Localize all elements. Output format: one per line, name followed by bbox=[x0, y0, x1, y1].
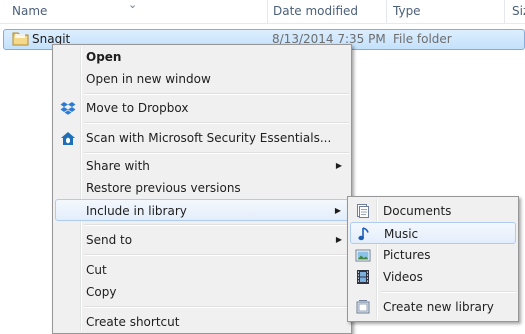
column-size[interactable]: Siz bbox=[500, 0, 525, 23]
file-type: File folder bbox=[393, 32, 452, 46]
library-item-pictures[interactable]: Pictures bbox=[350, 244, 516, 266]
documents-library-icon bbox=[357, 204, 369, 218]
column-header: Name ⌄ Date modified Type Siz bbox=[0, 0, 525, 24]
menu-item-move-to-dropbox[interactable]: Move to Dropbox bbox=[55, 97, 349, 119]
dropbox-icon bbox=[60, 102, 76, 115]
security-essentials-icon bbox=[61, 132, 75, 145]
menu-item-label: Share with bbox=[86, 159, 150, 173]
library-item-create-new[interactable]: Create new library bbox=[350, 296, 516, 318]
menu-item-label: Include in library bbox=[86, 204, 187, 218]
pictures-library-icon bbox=[355, 249, 371, 262]
menu-item-label: Cut bbox=[86, 263, 107, 277]
menu-item-label: Send to bbox=[86, 233, 133, 247]
menu-item-label: Move to Dropbox bbox=[86, 101, 189, 115]
menu-item-label: Create new library bbox=[383, 300, 494, 314]
menu-item-label: Scan with Microsoft Security Essentials.… bbox=[86, 131, 332, 145]
menu-separator bbox=[381, 291, 516, 293]
menu-item-open-new-window[interactable]: Open in new window bbox=[55, 68, 349, 90]
menu-item-cut[interactable]: Cut bbox=[55, 259, 349, 281]
menu-item-create-shortcut[interactable]: Create shortcut bbox=[55, 311, 349, 333]
menu-item-label: Pictures bbox=[383, 248, 431, 262]
menu-item-label: Videos bbox=[383, 270, 423, 284]
library-item-music[interactable]: Music bbox=[350, 222, 516, 244]
menu-item-label: Restore previous versions bbox=[86, 181, 241, 195]
folder-icon bbox=[12, 32, 29, 46]
submenu-arrow-icon: ▶ bbox=[335, 235, 342, 244]
menu-separator bbox=[84, 93, 349, 95]
menu-item-share-with[interactable]: Share with ▶ bbox=[55, 155, 349, 177]
library-item-documents[interactable]: Documents bbox=[350, 200, 516, 222]
library-item-videos[interactable]: Videos bbox=[350, 266, 516, 288]
menu-item-label: Documents bbox=[383, 204, 452, 218]
library-submenu: Documents Music Pictures Videos Create n… bbox=[347, 196, 519, 322]
menu-separator bbox=[84, 152, 349, 154]
menu-item-send-to[interactable]: Send to ▶ bbox=[55, 229, 349, 251]
menu-item-label: Open in new window bbox=[86, 72, 211, 86]
menu-separator bbox=[84, 306, 349, 308]
menu-item-open[interactable]: Open bbox=[55, 46, 349, 68]
sort-chevron-icon: ⌄ bbox=[128, 0, 138, 11]
menu-item-label: Music bbox=[384, 227, 419, 241]
music-note-icon bbox=[358, 227, 369, 241]
context-menu: Open Open in new window Move to Dropbox … bbox=[52, 44, 352, 334]
menu-separator bbox=[84, 224, 349, 226]
menu-item-label: Copy bbox=[86, 285, 117, 299]
menu-item-include-in-library[interactable]: Include in library ▶ bbox=[55, 199, 349, 221]
menu-separator bbox=[84, 122, 349, 124]
menu-separator bbox=[84, 254, 349, 256]
menu-item-scan-security-essentials[interactable]: Scan with Microsoft Security Essentials.… bbox=[55, 127, 349, 149]
column-date-modified[interactable]: Date modified bbox=[261, 0, 387, 23]
submenu-arrow-icon: ▶ bbox=[335, 161, 342, 170]
menu-item-restore-previous-versions[interactable]: Restore previous versions bbox=[55, 177, 349, 199]
new-library-icon bbox=[356, 300, 370, 314]
menu-item-copy[interactable]: Copy bbox=[55, 281, 349, 303]
submenu-arrow-icon: ▶ bbox=[334, 206, 341, 215]
menu-item-label: Open bbox=[86, 50, 122, 64]
videos-filmstrip-icon bbox=[357, 270, 369, 284]
menu-item-label: Create shortcut bbox=[86, 315, 180, 329]
column-type[interactable]: Type bbox=[381, 0, 505, 23]
